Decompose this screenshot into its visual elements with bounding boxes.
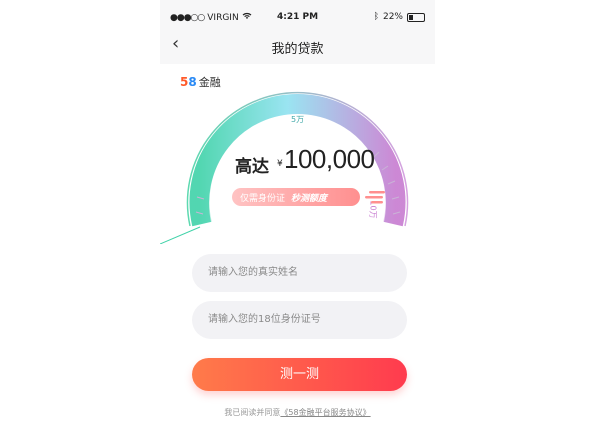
id-number-input[interactable]: 请输入您的18位身份证号 [192, 301, 407, 339]
bluetooth-icon: ᛒ [373, 12, 379, 22]
gauge-label-mid: 5万 [291, 115, 305, 124]
quota-pill: 仅需身份证 秒测额度 [232, 188, 360, 206]
headline-text: 高达 [235, 157, 269, 177]
agreement-prefix: 我已阅读并同意 [224, 408, 281, 417]
loan-amount: 100,000 [284, 144, 375, 174]
pill-text: 仅需身份证 [240, 193, 286, 204]
gauge-needle [160, 226, 201, 244]
test-button[interactable]: 测一测 [192, 358, 407, 391]
loan-card: 5 8 金融 5万 10万 高达 ¥ 100,000 仅需身份证 秒测额度 请输… [160, 64, 435, 435]
agreement-link[interactable]: 《58金融平台服务协议》 [280, 408, 370, 417]
name-input[interactable]: 请输入您的真实姓名 [192, 254, 407, 292]
nav-bar: ‹ 我的贷款 [160, 30, 435, 64]
speed-lines-icon [365, 191, 385, 204]
currency-symbol: ¥ [277, 159, 283, 169]
battery-icon [407, 12, 425, 22]
battery-percent: 22% [382, 12, 403, 22]
status-right: ᛒ 22% [374, 12, 425, 22]
page-title: 我的贷款 [271, 42, 324, 57]
phone-screen: ●●●○○ VIRGIN 4:21 PM ᛒ 22% ‹ 我的贷款 5 8 金融 [160, 0, 435, 435]
agreement-text: 我已阅读并同意《58金融平台服务协议》 [160, 407, 435, 418]
pill-bold-text: 秒测额度 [291, 193, 328, 204]
status-bar: ●●●○○ VIRGIN 4:21 PM ᛒ 22% [160, 12, 435, 30]
